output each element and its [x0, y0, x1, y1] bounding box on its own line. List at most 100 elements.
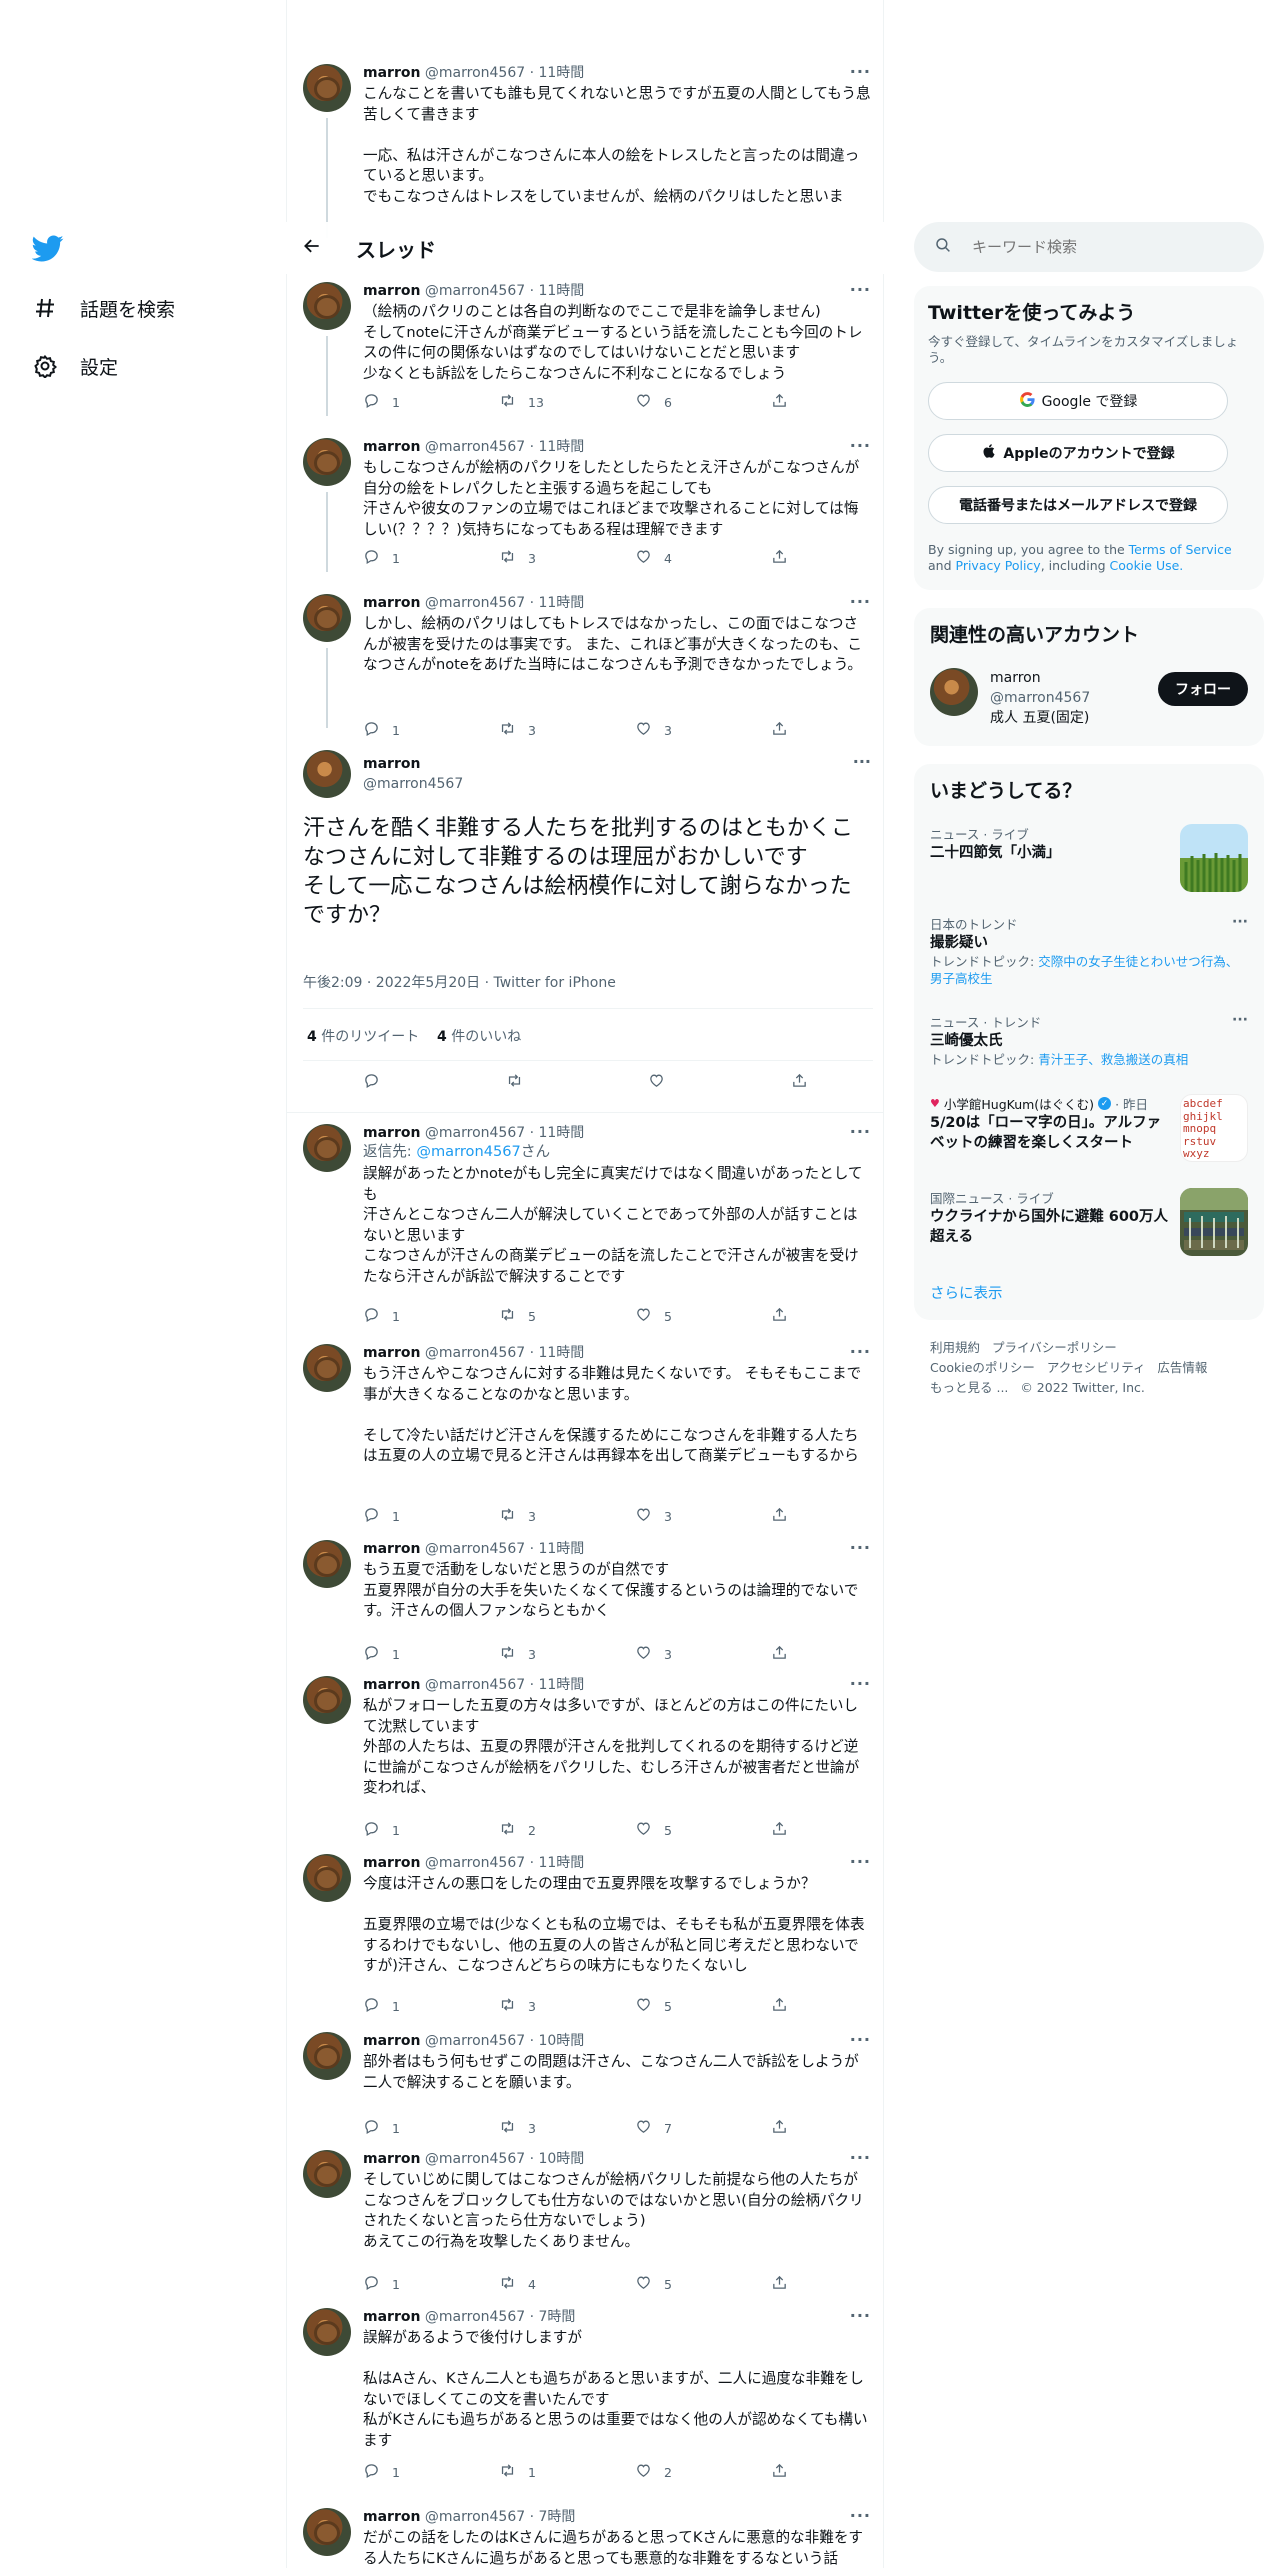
like-button[interactable]: 7 [635, 2118, 771, 2138]
relevant-handle[interactable]: @marron4567 [990, 688, 1090, 708]
search-box[interactable] [914, 222, 1264, 272]
apple-signup-button[interactable]: Appleのアカウントで登録 [928, 434, 1228, 472]
share-button[interactable] [771, 1506, 883, 1526]
tweet[interactable]: marron @marron4567 · 11時間 ··· もう五夏で活動をしないだ… [303, 1538, 871, 1670]
user-name[interactable]: marron [363, 439, 420, 455]
more-icon[interactable]: ··· [850, 1122, 871, 1141]
retweet-button[interactable]: 3 [499, 548, 635, 568]
privacy-link[interactable]: Privacy Policy [956, 558, 1041, 573]
share-button[interactable] [771, 548, 883, 568]
trend-item[interactable]: ニュース · ライブ 二十四節気「小満」 [930, 824, 1248, 896]
like-button[interactable]: 2 [635, 2462, 771, 2482]
retweet-button[interactable]: 3 [499, 1644, 635, 1664]
tweet[interactable]: marron @marron4567 · 7時間 ··· 誤解があるようで後付けしま… [303, 2306, 871, 2488]
retweet-button[interactable]: 1 [499, 2462, 635, 2482]
relevant-name[interactable]: marron [990, 668, 1090, 688]
avatar[interactable] [303, 1344, 351, 1392]
more-icon[interactable]: ··· [853, 752, 871, 771]
reply-button[interactable]: 1 [363, 1644, 499, 1664]
share-button[interactable] [771, 1306, 883, 1326]
retweets-count[interactable]: 4 [307, 1029, 317, 1045]
likes-label[interactable]: 件のいいね [451, 1029, 521, 1045]
tweet[interactable]: marron @marron4567 · 11時間 ··· （絵柄のパクリのことは各… [303, 280, 871, 420]
share-button[interactable] [771, 392, 883, 412]
trend-topic-link[interactable]: 青汁王子、救急搬送の真相 [1038, 1052, 1188, 1067]
user-name[interactable]: marron [363, 2033, 420, 2049]
avatar[interactable] [303, 1676, 351, 1724]
more-icon[interactable]: ··· [850, 1538, 871, 1557]
user-handle[interactable]: @marron4567 [363, 774, 463, 794]
user-name[interactable]: marron [363, 1345, 420, 1361]
terms-link[interactable]: Terms of Service [1129, 542, 1232, 557]
cookie-link[interactable]: Cookie Use. [1110, 558, 1184, 573]
user-name[interactable]: marron [363, 1855, 420, 1871]
retweet-icon[interactable] [506, 1072, 528, 1094]
more-icon[interactable]: ··· [850, 1342, 871, 1361]
tweet[interactable]: marron @marron4567 · 11時間 ··· 今度は汗さんの悪口をした… [303, 1852, 871, 2022]
like-button[interactable]: 5 [635, 1306, 771, 1326]
more-icon[interactable]: ··· [850, 280, 871, 299]
reply-button[interactable]: 1 [363, 2274, 499, 2294]
back-arrow-icon[interactable] [302, 236, 332, 261]
reply-button[interactable]: 1 [363, 392, 499, 412]
user-name[interactable]: marron [363, 2509, 420, 2525]
share-button[interactable] [771, 1644, 883, 1664]
main-tweet-timestamp[interactable]: 午後2:09 · 2022年5月20日 · Twitter for iPhone [303, 972, 616, 992]
footer-link[interactable]: 利用規約 [930, 1340, 980, 1355]
reply-button[interactable]: 1 [363, 1820, 499, 1840]
share-button[interactable] [771, 2274, 883, 2294]
avatar[interactable] [303, 2150, 351, 2198]
trend-item[interactable]: 国際ニュース · ライブ ウクライナから国外に避難 600万人超える [930, 1188, 1248, 1258]
more-icon[interactable]: ··· [850, 2306, 871, 2325]
more-icon[interactable]: ··· [850, 62, 871, 81]
more-icon[interactable]: ··· [1232, 914, 1248, 930]
share-button[interactable] [771, 2462, 883, 2482]
user-name[interactable]: marron [363, 595, 420, 611]
like-button[interactable]: 3 [635, 1506, 771, 1526]
share-icon[interactable] [791, 1072, 813, 1094]
show-more-link[interactable]: さらに表示 [930, 1282, 1003, 1303]
heart-icon[interactable] [648, 1072, 670, 1094]
reply-button[interactable]: 1 [363, 548, 499, 568]
share-button[interactable] [771, 720, 883, 740]
avatar[interactable] [303, 1540, 351, 1588]
retweet-button[interactable]: 3 [499, 720, 635, 740]
avatar[interactable] [930, 668, 978, 716]
tweet-top[interactable]: marron @marron4567 · 11時間 ··· こんなことを書いても… [303, 62, 871, 238]
like-button[interactable]: 6 [635, 392, 771, 412]
footer-link[interactable]: Cookieのポリシー [930, 1360, 1035, 1375]
search-input[interactable] [972, 238, 1232, 256]
user-name[interactable]: marron [363, 2309, 420, 2325]
retweet-button[interactable]: 4 [499, 2274, 635, 2294]
more-icon[interactable]: ··· [850, 592, 871, 611]
user-name[interactable]: marron [363, 1677, 420, 1693]
avatar[interactable] [303, 1124, 351, 1172]
likes-count[interactable]: 4 [437, 1029, 447, 1045]
user-name[interactable]: marron [363, 1541, 420, 1557]
user-name[interactable]: marron [363, 2151, 420, 2167]
like-button[interactable]: 5 [635, 1996, 771, 2016]
like-button[interactable]: 3 [635, 720, 771, 740]
reply-button[interactable]: 1 [363, 720, 499, 740]
follow-button[interactable]: フォロー [1158, 672, 1248, 706]
tweet[interactable]: marron @marron4567 · 11時間 ··· 私がフォローした五夏の方… [303, 1674, 871, 1846]
like-button[interactable]: 4 [635, 548, 771, 568]
twitter-logo-icon[interactable] [31, 232, 64, 264]
user-name[interactable]: marron [363, 283, 420, 299]
user-name[interactable]: marron [363, 65, 420, 81]
footer-link[interactable]: 広告情報 [1157, 1360, 1207, 1375]
tweet[interactable]: marron @marron4567 · 10時間 ··· 部外者はもう何もせずこの… [303, 2030, 871, 2144]
footer-link[interactable]: アクセシビリティ [1047, 1360, 1146, 1375]
more-icon[interactable]: ··· [850, 2148, 871, 2167]
trend-item[interactable]: 日本のトレンド 撮影疑い トレンドトピック: 交際中の女子生徒とわいせつ行為、男… [930, 914, 1248, 994]
tweet[interactable]: marron @marron4567 · 11時間 ··· もしこなつさんが絵柄のパ… [303, 436, 871, 576]
avatar[interactable] [303, 2508, 351, 2556]
avatar[interactable] [303, 282, 351, 330]
share-button[interactable] [771, 1820, 883, 1840]
tweet[interactable]: marron @marron4567 · 11時間 ··· もう汗さんやこなつさんに… [303, 1342, 871, 1532]
nav-explore[interactable]: 話題を検索 [32, 288, 175, 328]
phone-signup-button[interactable]: 電話番号またはメールアドレスで登録 [928, 486, 1228, 524]
more-icon[interactable]: ··· [850, 1674, 871, 1693]
user-name[interactable]: marron [363, 754, 463, 774]
share-button[interactable] [771, 1996, 883, 2016]
